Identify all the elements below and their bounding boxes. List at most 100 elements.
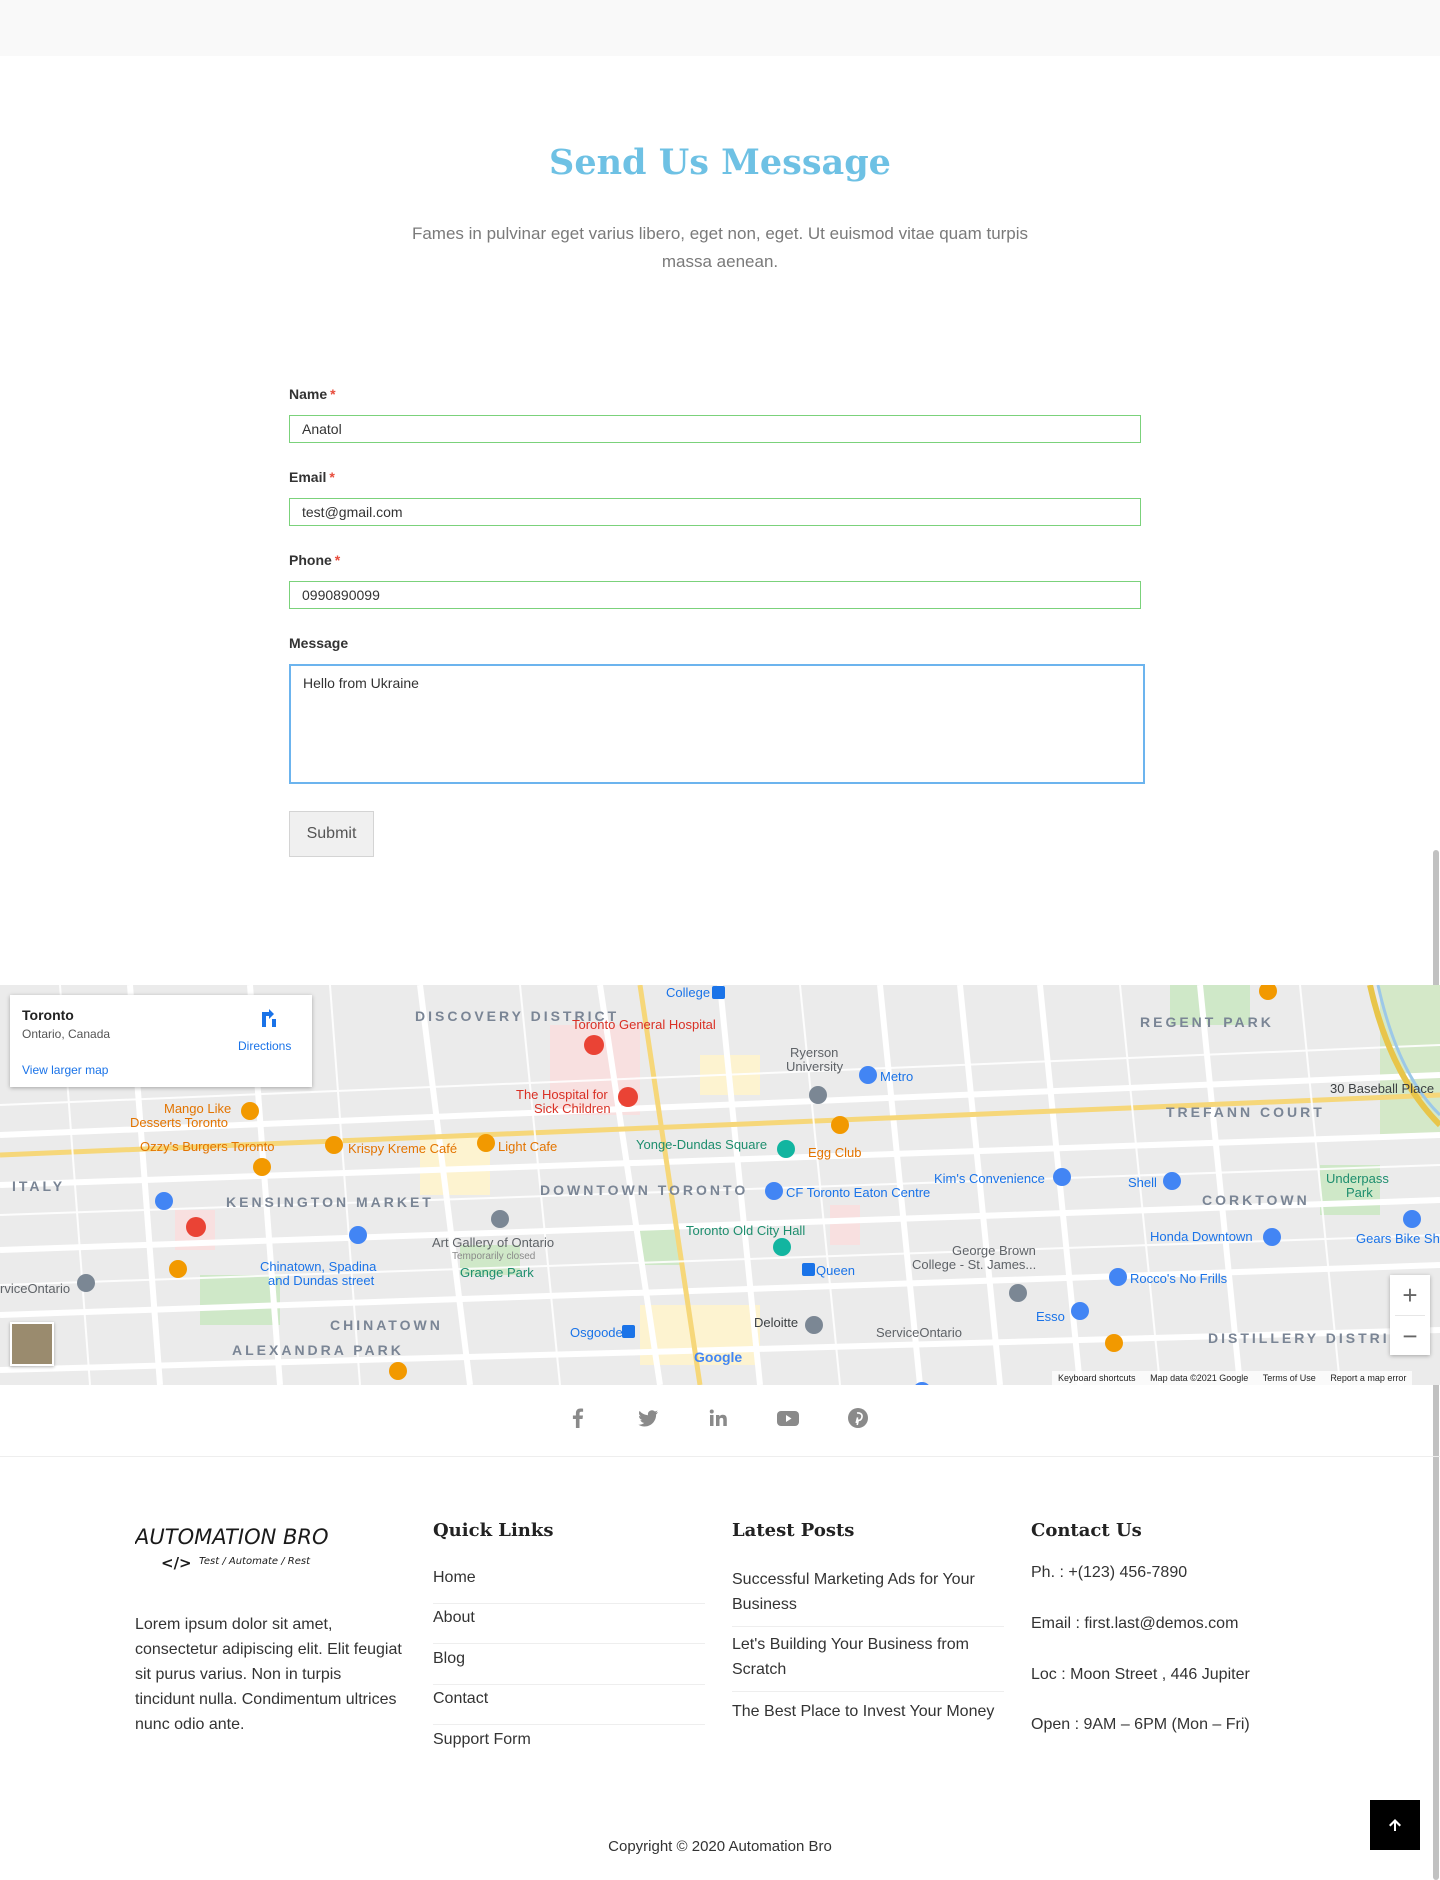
map-poi-ago-2: Temporarily closed [452, 1251, 535, 1262]
shop-pin-icon [1263, 1228, 1281, 1246]
facebook-icon[interactable] [564, 1404, 592, 1432]
keyboard-shortcuts-link[interactable]: Keyboard shortcuts [1058, 1373, 1136, 1383]
map-label-distillery: DISTILLERY DISTRICT [1208, 1330, 1414, 1346]
quick-link-about[interactable]: About [433, 1604, 705, 1644]
map-poi-underpass-1: Underpass [1326, 1171, 1389, 1186]
submit-button[interactable]: Submit [289, 811, 374, 857]
map-poi-grange: Grange Park [460, 1265, 534, 1280]
directions-icon[interactable] [258, 1007, 280, 1029]
gas-pin-icon [1163, 1172, 1181, 1190]
map-label-downtown: DOWNTOWN TORONTO [540, 1182, 748, 1198]
contact-phone: Ph. : +(123) 456-7890 [1031, 1564, 1188, 1581]
map-poi-underpass-2: Park [1346, 1185, 1373, 1200]
subway-icon [712, 986, 725, 999]
map-label-trefann: TREFANN COURT [1166, 1104, 1325, 1120]
map-poi-deloitte: Deloitte [754, 1315, 798, 1330]
terms-link[interactable]: Terms of Use [1263, 1373, 1316, 1383]
footer-about-text: Lorem ipsum dolor sit amet, consectetur … [135, 1616, 402, 1733]
map-poi-chinatown-sp-1: Chinatown, Spadina [260, 1259, 377, 1274]
linkedin-icon[interactable] [704, 1404, 732, 1432]
restaurant-pin-icon [1105, 1334, 1123, 1352]
map-poi-eggclub: Egg Club [808, 1145, 861, 1160]
phone-label: Phone * [289, 552, 340, 568]
map-attribution: Keyboard shortcuts Map data ©2021 Google… [1052, 1371, 1413, 1385]
back-to-top-button[interactable] [1370, 1800, 1420, 1850]
shop-pin-icon [349, 1226, 367, 1244]
restaurant-pin-icon [241, 1102, 259, 1120]
restaurant-pin-icon [169, 1260, 187, 1278]
copyright-text: Copyright © 2020 Automation Bro [608, 1838, 832, 1855]
map-poi-mango-2: Desserts Toronto [130, 1115, 228, 1130]
email-label: Email * [289, 469, 335, 485]
social-icons [0, 1400, 1440, 1436]
map-poi-tgh: Toronto General Hospital [572, 1017, 716, 1032]
restaurant-pin-icon [253, 1158, 271, 1176]
restaurant-pin-icon [325, 1136, 343, 1154]
zoom-in-button[interactable]: + [1390, 1275, 1430, 1315]
required-mark: * [329, 469, 335, 485]
hospital-pin-icon [618, 1087, 638, 1107]
map-place-card: Toronto Ontario, Canada Directions View … [10, 995, 312, 1087]
automation-bro-logo[interactable]: AUTOMATION BRO </> Test / Automate / Res… [135, 1524, 335, 1574]
section-title: Send Us Message [549, 142, 891, 183]
map-poi-gb-1: George Brown [952, 1243, 1036, 1258]
map-poi-lightcafe: Light Cafe [498, 1139, 557, 1154]
map-poi-baseball: 30 Baseball Place [1330, 1081, 1434, 1096]
subway-icon [802, 1263, 815, 1276]
email-input[interactable]: test@gmail.com [289, 498, 1141, 526]
footer-divider [0, 1456, 1440, 1457]
quick-link-blog[interactable]: Blog [433, 1645, 705, 1685]
email-label-text: Email [289, 469, 327, 485]
message-textarea[interactable]: Hello from Ukraine [289, 664, 1145, 784]
restaurant-pin-icon [389, 1362, 407, 1380]
map-poi-kims: Kim's Convenience [934, 1171, 1045, 1186]
logo-symbol: </> [161, 1554, 192, 1572]
shop-pin-icon [1109, 1268, 1127, 1286]
map-poi-sickkids-1: The Hospital for [516, 1087, 608, 1102]
required-mark: * [334, 552, 341, 568]
map-label-kensington: KENSINGTON MARKET [226, 1194, 434, 1210]
directions-link[interactable]: Directions [238, 1039, 291, 1053]
zoom-out-button[interactable]: − [1390, 1316, 1430, 1356]
pinterest-icon[interactable] [844, 1404, 872, 1432]
hospital-pin-icon [186, 1217, 206, 1237]
latest-post-link[interactable]: The Best Place to Invest Your Money [732, 1699, 1004, 1729]
quick-link-support-form[interactable]: Support Form [433, 1726, 705, 1766]
top-bar [0, 0, 1440, 56]
quick-links-title: Quick Links [433, 1520, 554, 1541]
contact-email: Email : first.last@demos.com [1031, 1615, 1239, 1632]
map-poi-honda: Honda Downtown [1150, 1229, 1253, 1244]
map-poi-ozzys: Ozzy's Burgers Toronto [140, 1139, 274, 1154]
building-pin-icon [805, 1316, 823, 1334]
map-poi-ryerson-1: Ryerson [790, 1045, 838, 1060]
satellite-toggle[interactable] [10, 1322, 54, 1366]
phone-input[interactable]: 0990890099 [289, 581, 1141, 609]
contact-hours: Open : 9AM – 6PM (Mon – Fri) [1031, 1716, 1250, 1733]
zoom-controls: + − [1390, 1275, 1430, 1355]
name-input[interactable]: Anatol [289, 415, 1141, 443]
map-label-italy: ITALY [12, 1178, 65, 1194]
shop-pin-icon [859, 1066, 877, 1084]
quick-link-home[interactable]: Home [433, 1564, 705, 1604]
latest-posts-title: Latest Posts [732, 1520, 855, 1541]
map-poi-serviceont: ServiceOntario [876, 1325, 962, 1340]
quick-link-contact[interactable]: Contact [433, 1685, 705, 1725]
twitter-icon[interactable] [634, 1404, 662, 1432]
name-label-text: Name [289, 386, 328, 402]
map-poi-osgoode: Osgoode [570, 1325, 623, 1340]
shop-pin-icon [1403, 1210, 1421, 1228]
map-poi-ryerson-2: University [786, 1059, 844, 1074]
report-error-link[interactable]: Report a map error [1330, 1373, 1406, 1383]
map-poi-serviceont-left: rviceOntario [0, 1281, 70, 1296]
museum-pin-icon [491, 1210, 509, 1228]
map-poi-ago-1: Art Gallery of Ontario [432, 1235, 554, 1250]
latest-post-link[interactable]: Let's Building Your Business from Scratc… [732, 1632, 1004, 1692]
restaurant-pin-icon [831, 1116, 849, 1134]
google-map[interactable]: DISCOVERY DISTRICT REGENT PARK TREFANN C… [0, 985, 1440, 1385]
name-label: Name * [289, 386, 336, 402]
latest-post-link[interactable]: Successful Marketing Ads for Your Busine… [732, 1567, 1004, 1627]
view-larger-map-link[interactable]: View larger map [22, 1063, 108, 1077]
logo-tagline: Test / Automate / Rest [199, 1556, 311, 1567]
youtube-icon[interactable] [774, 1404, 802, 1432]
map-place-subtitle: Ontario, Canada [22, 1027, 111, 1041]
